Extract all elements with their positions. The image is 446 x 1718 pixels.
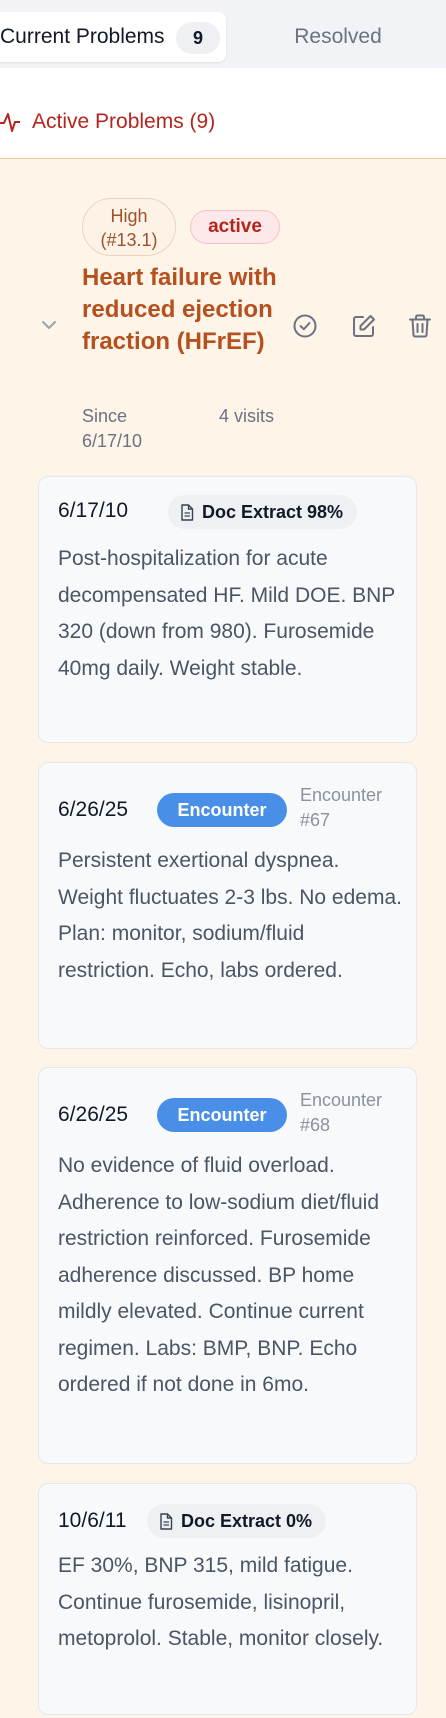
entry-date: 6/26/25 [58,1103,129,1126]
problem-visits: 4 visits [219,406,275,426]
problem-since: Since 6/17/10 [82,406,143,451]
encounter-reference[interactable]: Encounter #67 [300,783,400,833]
problem-title[interactable]: Heart failure with reduced ejection frac… [82,262,282,358]
entry-note: EF 30%, BNP 315, mild fatigue. Continue … [58,1554,384,1650]
entry-date: 10/6/11 [58,1509,127,1532]
entry-note: No evidence of fluid overload. Adherence… [58,1154,380,1396]
encounter-badge[interactable]: Encounter [157,793,287,827]
source-label: Doc Extract 0% [181,1510,313,1531]
document-icon [181,503,194,521]
history-entry: 6/26/25 Encounter Encounter #67 Persiste… [38,762,417,1049]
document-icon [160,1512,173,1530]
active-problems-header: Active Problems (9) [0,104,215,140]
status-badge: active [190,210,280,244]
entry-date: 6/17/10 [58,499,129,522]
chevron-down-icon[interactable] [40,316,58,334]
tab-resolved[interactable]: Resolved [250,12,426,62]
problems-tabbar: Current Problems 9 Resolved [0,0,446,68]
check-circle-icon[interactable] [292,313,318,339]
source-badge: Doc Extract 98% [168,495,358,529]
active-problems-title: Active Problems (9) [32,110,216,133]
activity-icon [0,113,20,132]
priority-badge: High (#13.1) [82,198,176,256]
entry-note: Post-hospitalization for acute decompens… [58,547,395,680]
entry-date: 6/26/25 [58,798,129,821]
encounter-badge[interactable]: Encounter [157,1098,287,1132]
source-badge: Doc Extract 0% [147,1504,327,1538]
edit-icon[interactable] [351,313,377,339]
history-entry: 6/26/25 Encounter Encounter #68 No evide… [38,1067,417,1464]
source-label: Doc Extract 98% [202,501,344,522]
tab-current-problems[interactable]: Current Problems 9 [0,12,226,62]
trash-icon[interactable] [407,313,433,339]
tab-current-problems-label: Current Problems [0,25,165,48]
history-entry: 10/6/11 Doc Extract 0% EF 30%, BNP 315, … [38,1483,417,1715]
entry-note: Persistent exertional dyspnea. Weight fl… [58,849,402,982]
history-entry: 6/17/10 Doc Extract 98% Post-hospitaliza… [38,476,417,743]
encounter-reference[interactable]: Encounter #68 [300,1088,400,1138]
tab-current-problems-count: 9 [176,22,220,54]
